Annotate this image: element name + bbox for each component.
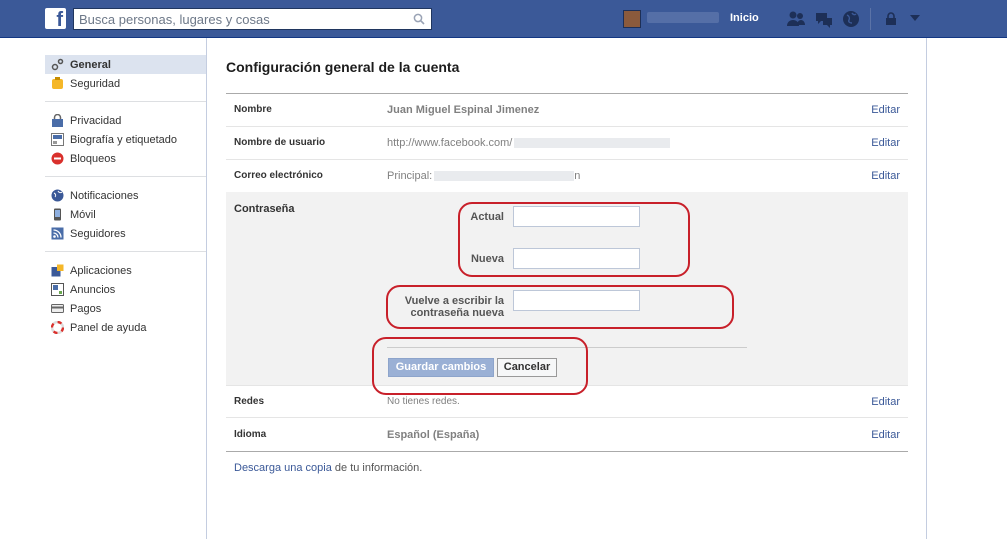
sidebar-item-privacy[interactable]: Privacidad [45, 111, 206, 130]
sidebar-item-general[interactable]: General [45, 55, 206, 74]
current-password-label: Actual [470, 211, 504, 223]
sidebar-item-label: Anuncios [70, 283, 116, 296]
profile-name-blurred[interactable] [647, 12, 719, 23]
row-language[interactable]: Idioma Español (España) Editar [226, 418, 908, 452]
row-label: Nombre [234, 104, 272, 115]
sidebar-item-label: Seguidores [70, 227, 126, 240]
sidebar-item-label: Biografía y etiquetado [70, 133, 178, 146]
search-icon[interactable] [413, 13, 425, 25]
messages-icon[interactable] [814, 10, 834, 28]
row-label: Nombre de usuario [234, 137, 326, 148]
edit-link[interactable]: Editar [871, 429, 900, 441]
sidebar-item-help[interactable]: Panel de ayuda [45, 318, 206, 337]
home-link[interactable]: Inicio [730, 12, 759, 24]
sidebar-item-label: Notificaciones [70, 189, 139, 202]
right-column-divider [926, 38, 927, 539]
sidebar-item-payments[interactable]: Pagos [45, 299, 206, 318]
lifebuoy-icon [51, 321, 64, 334]
username-url: http://www.facebook.com/ [387, 137, 513, 149]
form-divider [387, 347, 747, 348]
cancel-button[interactable]: Cancelar [497, 358, 557, 377]
avatar[interactable] [623, 10, 641, 28]
new-password-input[interactable] [513, 248, 640, 269]
row-value: Juan Miguel Espinal Jimenez [387, 104, 540, 116]
row-value: Principal: n [387, 170, 580, 182]
left-column-divider [206, 38, 207, 539]
row-networks[interactable]: Redes No tienes redes. Editar [226, 385, 908, 418]
edit-link[interactable]: Editar [871, 137, 900, 149]
row-value: No tienes redes. [387, 396, 460, 407]
email-prefix: Principal: [387, 170, 433, 182]
sidebar-item-blocking[interactable]: Bloqueos [45, 149, 206, 168]
settings-sidebar: General Seguridad Privacidad Biografía y… [45, 55, 206, 354]
gear-icon [51, 58, 64, 71]
confirm-label-line2: contraseña nueva [410, 307, 504, 319]
sidebar-item-ads[interactable]: Anuncios [45, 280, 206, 299]
blurred-text [434, 171, 575, 182]
lock-icon[interactable] [884, 12, 900, 26]
globe-icon[interactable] [842, 10, 860, 28]
ads-icon [51, 283, 64, 296]
friends-icon[interactable] [786, 10, 806, 28]
row-email[interactable]: Correo electrónico Principal: n Editar [226, 160, 908, 193]
apps-icon [51, 264, 64, 277]
sidebar-group-apps: Aplicaciones Anuncios Pagos Panel de ayu… [45, 261, 206, 345]
sidebar-item-label: General [70, 58, 111, 71]
badge-icon [51, 77, 64, 90]
search-box[interactable] [73, 8, 432, 30]
timeline-icon [51, 133, 64, 146]
sidebar-item-timeline[interactable]: Biografía y etiquetado [45, 130, 206, 149]
facebook-logo[interactable]: f [45, 8, 66, 29]
email-suffix: n [574, 170, 581, 182]
search-input[interactable] [74, 9, 409, 29]
blurred-text [514, 138, 671, 149]
card-icon [51, 302, 64, 315]
current-password-input[interactable] [513, 206, 640, 227]
sidebar-group-notifications: Notificaciones Móvil Seguidores [45, 186, 206, 252]
sidebar-item-mobile[interactable]: Móvil [45, 205, 206, 224]
sidebar-item-label: Bloqueos [70, 152, 116, 165]
edit-link[interactable]: Editar [871, 170, 900, 182]
row-label: Redes [234, 396, 265, 407]
sidebar-group-privacy: Privacidad Biografía y etiquetado Bloque… [45, 111, 206, 177]
page-title: Configuración general de la cuenta [226, 59, 460, 75]
row-label: Contraseña [234, 203, 295, 215]
sidebar-group-account: General Seguridad [45, 55, 206, 102]
sidebar-item-label: Panel de ayuda [70, 321, 147, 334]
new-password-label: Nueva [470, 253, 504, 265]
edit-link[interactable]: Editar [871, 396, 900, 408]
block-icon [51, 152, 64, 165]
divider [870, 8, 871, 30]
sidebar-item-label: Pagos [70, 302, 102, 315]
download-info: Descarga una copia de tu información. [234, 462, 422, 474]
sidebar-item-label: Privacidad [70, 114, 122, 127]
row-username[interactable]: Nombre de usuario http://www.facebook.co… [226, 127, 908, 160]
save-changes-button[interactable]: Guardar cambios [388, 358, 494, 377]
sidebar-item-notifications[interactable]: Notificaciones [45, 186, 206, 205]
top-bar: f Inicio [0, 0, 1007, 38]
rss-icon [51, 227, 64, 240]
sidebar-item-label: Seguridad [70, 77, 121, 90]
row-value: http://www.facebook.com/ [387, 137, 671, 149]
chevron-down-icon[interactable] [910, 15, 920, 22]
download-copy-link[interactable]: Descarga una copia [234, 462, 332, 474]
globe-icon [51, 189, 64, 202]
row-name[interactable]: Nombre Juan Miguel Espinal Jimenez Edita… [226, 94, 908, 127]
jewel-icons [786, 9, 860, 29]
sidebar-item-apps[interactable]: Aplicaciones [45, 261, 206, 280]
download-rest-text: de tu información. [331, 462, 423, 474]
sidebar-item-followers[interactable]: Seguidores [45, 224, 206, 243]
edit-link[interactable]: Editar [871, 104, 900, 116]
mobile-icon [51, 208, 64, 221]
row-value: Español (España) [387, 429, 480, 441]
row-label: Correo electrónico [234, 170, 323, 181]
lock-icon [51, 114, 64, 127]
sidebar-item-label: Aplicaciones [70, 264, 132, 277]
sidebar-item-security[interactable]: Seguridad [45, 74, 206, 93]
confirm-password-label: Vuelve a escribir la contraseña nueva [386, 295, 504, 319]
sidebar-item-label: Móvil [70, 208, 96, 221]
row-label: Idioma [234, 429, 267, 440]
confirm-password-input[interactable] [513, 290, 640, 311]
confirm-label-line1: Vuelve a escribir la [404, 295, 504, 307]
